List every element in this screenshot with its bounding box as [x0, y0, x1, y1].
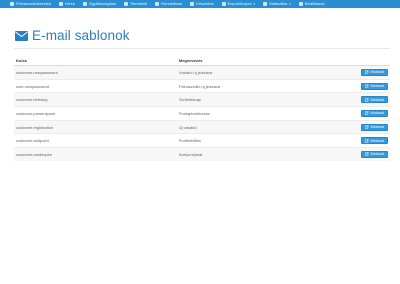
template-name: Új vásárló [176, 119, 360, 134]
edit-button[interactable]: Módosít [361, 123, 388, 131]
table-row: customer.birthday Születésnap Módosít [14, 92, 390, 107]
table-row: customer.addpoint Pontfeltöltés Módosít [14, 133, 390, 148]
edit-icon [365, 70, 370, 74]
nav-item-label: Statisztika [269, 1, 288, 6]
envelope-icon [15, 30, 28, 41]
nav-item-label: Készletek [196, 1, 214, 6]
table-row: customer.newpassword Vásárló új jelszava M… [14, 65, 390, 80]
nav-icon [221, 2, 226, 6]
template-key: customer.birthday [14, 92, 177, 107]
nav-item-label: Beállítások [304, 1, 325, 6]
action-cell: Módosít [359, 65, 390, 80]
chevron-down-icon: ▾ [253, 2, 256, 6]
nav-item[interactable]: Export/Import ▾ [221, 0, 256, 8]
nav-item[interactable]: Rendelések [155, 0, 182, 8]
nav-icon [298, 2, 303, 6]
nav-icon [82, 2, 87, 6]
edit-button[interactable]: Módosít [361, 109, 388, 117]
table-row: customer.presentpoint Pontajándékozás Módo… [14, 106, 390, 121]
edit-icon [365, 125, 370, 129]
template-name: Pontfeltöltés [176, 133, 360, 148]
action-cell: Módosít [359, 147, 390, 161]
edit-button-label: Módosít [370, 70, 384, 75]
edit-icon [365, 97, 370, 102]
edit-button[interactable]: Módosít [361, 68, 388, 76]
nav-icon [59, 2, 64, 6]
template-key: customer.addpoint [14, 133, 177, 148]
nav-icon [155, 2, 160, 6]
template-key: user.newpassword [14, 78, 177, 93]
nav-icon [263, 2, 268, 6]
nav-item-label: Ügyfélszolgálat [88, 1, 116, 6]
nav-item[interactable]: Statisztika ▾ [263, 0, 291, 8]
nav-item[interactable]: Hírek [59, 0, 75, 8]
action-cell: Módosít [359, 78, 390, 93]
nav-icon [123, 2, 128, 6]
template-name: Kártya lejárat [176, 147, 360, 161]
column-header-action [359, 55, 390, 66]
action-cell: Módosít [359, 92, 390, 107]
edit-icon [365, 138, 370, 143]
nav-item-label: Rendelések [161, 1, 183, 6]
column-header-name: Megnevezés [176, 55, 360, 66]
nav-item[interactable]: Termékek [123, 0, 148, 8]
edit-button[interactable]: Módosít [361, 82, 388, 90]
page-title: E-mail sablonok [32, 28, 130, 43]
action-cell: Módosít [359, 106, 390, 121]
edit-icon [365, 84, 370, 88]
column-header-key: Kulcs [14, 55, 177, 66]
edit-button-label: Módosít [370, 97, 384, 102]
divider [14, 48, 390, 49]
nav-item[interactable]: Ügyfélszolgálat [82, 0, 116, 8]
action-cell: Módosít [359, 119, 390, 134]
nav-item[interactable]: Beállítások [298, 0, 325, 8]
chevron-down-icon: ▾ [289, 2, 291, 6]
page-header: E-mail sablonok [15, 28, 130, 43]
email-templates-table: Kulcs Megnevezés customer.newpassword Vás… [14, 55, 390, 161]
nav-item[interactable]: Felhasználókezelés [10, 0, 51, 8]
template-name: Pontajándékozás [176, 106, 360, 121]
table-row: customer.registration Új vásárló Módosít [14, 119, 390, 134]
template-name: Felhasználó új jelszava [176, 78, 360, 93]
table-row: customer.cardexpire Kártya lejárat Módosít [14, 147, 390, 161]
edit-button[interactable]: Módosít [361, 137, 388, 145]
template-key: customer.cardexpire [14, 147, 177, 161]
nav-item-label: Export/Import [227, 1, 252, 6]
table-row: user.newpassword Felhasználó új jelszava M… [14, 78, 390, 93]
edit-button-label: Módosít [370, 138, 384, 143]
nav-item-label: Hírek [65, 1, 75, 6]
action-cell: Módosít [359, 133, 390, 148]
template-key: customer.registration [14, 119, 177, 134]
template-key: customer.newpassword [14, 65, 177, 80]
edit-icon [365, 152, 370, 157]
template-name: Vásárló új jelszava [176, 65, 360, 80]
edit-button-label: Módosít [370, 152, 384, 157]
top-navbar: Felhasználókezelés Hírek Ügyfélszolgálat Te… [0, 0, 400, 8]
nav-item[interactable]: Készletek [190, 0, 214, 8]
table-header-row: Kulcs Megnevezés [14, 55, 390, 66]
edit-button[interactable]: Módosít [361, 150, 388, 158]
template-key: customer.presentpoint [14, 106, 177, 121]
nav-item-label: Termékek [129, 1, 148, 6]
template-name: Születésnap [176, 92, 360, 107]
edit-icon [365, 111, 370, 116]
edit-button-label: Módosít [370, 84, 384, 89]
edit-button[interactable]: Módosít [361, 96, 388, 104]
nav-icon [10, 2, 14, 6]
nav-icon [190, 2, 195, 6]
edit-button-label: Módosít [370, 111, 384, 116]
nav-item-label: Felhasználókezelés [16, 1, 52, 6]
edit-button-label: Módosít [370, 125, 384, 130]
